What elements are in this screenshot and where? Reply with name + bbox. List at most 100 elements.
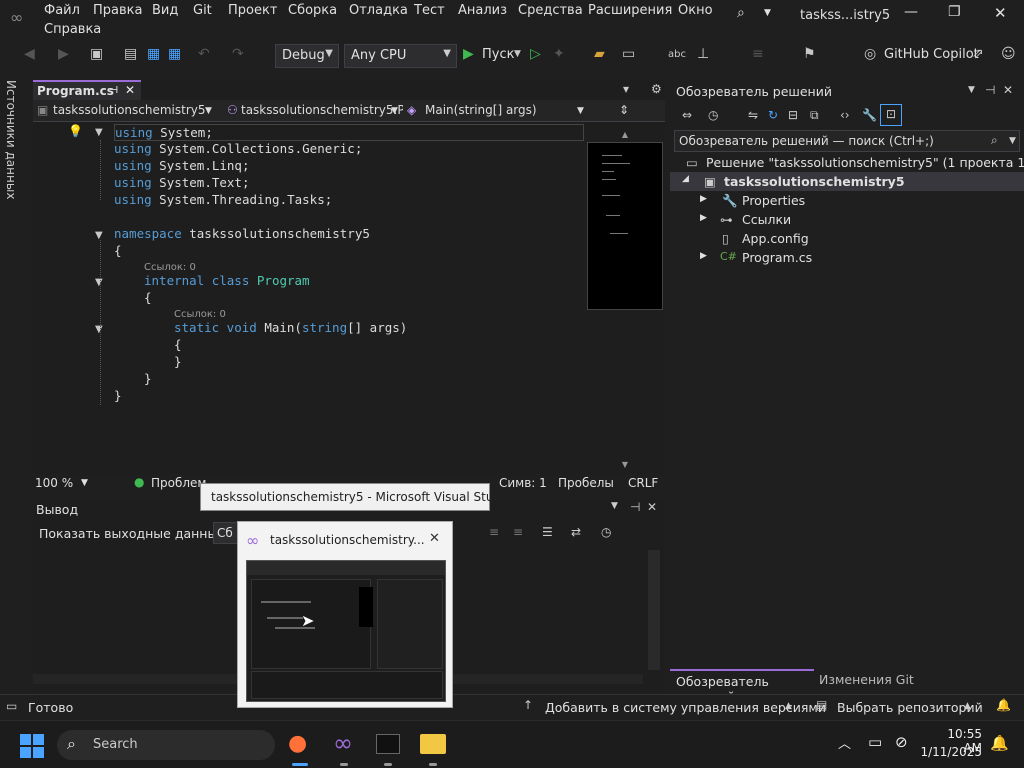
align-right-icon[interactable]: ≡ bbox=[513, 525, 523, 539]
sync-icon[interactable]: ⇔ bbox=[682, 108, 692, 122]
chevron-down-icon[interactable]: ▼ bbox=[81, 478, 88, 488]
menu-extensions[interactable]: Расширения bbox=[588, 3, 672, 18]
start-icon[interactable] bbox=[20, 734, 44, 758]
notifications-icon[interactable]: 🔔 bbox=[996, 698, 1011, 712]
chevron-up-icon[interactable]: ︿ bbox=[838, 733, 851, 752]
close-icon[interactable]: ✕ bbox=[647, 500, 657, 514]
code-editor[interactable]: Program.cs ⊣ ✕ ▾ ⚙ ▣ taskssolutionschemi… bbox=[33, 80, 665, 494]
preview-icon[interactable]: ⊡ bbox=[880, 104, 902, 126]
nav-project-select[interactable]: ▣ taskssolutionschemistry5 ▼ bbox=[33, 100, 223, 122]
menu-tools[interactable]: Средства bbox=[518, 3, 583, 18]
nav-member-select[interactable]: ◈ Main(string[] args) ▼ bbox=[403, 100, 589, 122]
pin-icon[interactable]: ⊣ bbox=[630, 500, 640, 514]
chevron-down-icon[interactable]: ▼ bbox=[968, 85, 975, 95]
device-icon[interactable]: ▭ bbox=[868, 733, 882, 751]
minimize-icon[interactable]: — bbox=[904, 4, 918, 20]
show-all-icon[interactable]: ⧉ bbox=[810, 108, 819, 123]
notifications-icon[interactable]: 🔔 bbox=[990, 734, 1009, 752]
fold-icon[interactable]: ▼ bbox=[95, 127, 103, 138]
nav-class-select[interactable]: ⚇ taskssolutionschemistry5.Pr ▼ bbox=[223, 100, 409, 122]
zoom-select[interactable]: 100 % bbox=[35, 476, 73, 490]
split-icon[interactable]: ⇕ bbox=[619, 103, 629, 117]
open-icon[interactable]: ▤ bbox=[124, 46, 137, 62]
clock-icon[interactable]: ◷ bbox=[601, 525, 611, 539]
platform-select[interactable]: Any CPU ▼ bbox=[344, 44, 457, 68]
menu-test[interactable]: Тест bbox=[414, 3, 445, 18]
tree-solution[interactable]: Решение "taskssolutionschemistry5" (1 пр… bbox=[706, 155, 1024, 170]
firefox-icon[interactable]: ● bbox=[288, 731, 307, 756]
wrench-icon[interactable]: 🔧 bbox=[862, 108, 877, 122]
fold-icon[interactable]: ▼ bbox=[95, 230, 103, 241]
fold-icon[interactable]: ▼ bbox=[95, 324, 103, 335]
gear-icon[interactable]: ⚙ bbox=[651, 82, 662, 96]
menu-debug[interactable]: Отладка bbox=[349, 3, 408, 18]
folder-icon[interactable]: ▰ bbox=[594, 46, 605, 62]
menu-git[interactable]: Git bbox=[193, 3, 212, 18]
start-without-debug-icon[interactable]: ▷ bbox=[530, 46, 541, 62]
share-icon[interactable]: ⇗ bbox=[972, 46, 984, 62]
chevron-down-icon[interactable]: ▼ bbox=[764, 8, 771, 18]
file-explorer-icon[interactable] bbox=[420, 734, 446, 754]
tree-app-config[interactable]: App.config bbox=[742, 231, 809, 246]
line-ending-indicator[interactable]: CRLF bbox=[628, 476, 658, 490]
menu-project[interactable]: Проект bbox=[228, 3, 277, 18]
search-icon[interactable]: ⌕ bbox=[737, 5, 745, 21]
history-icon[interactable]: ◷ bbox=[708, 108, 718, 122]
menu-edit[interactable]: Правка bbox=[93, 3, 142, 18]
minimap[interactable] bbox=[587, 142, 663, 310]
close-icon[interactable]: ✕ bbox=[994, 4, 1007, 22]
tab-list-icon[interactable]: ▾ bbox=[623, 82, 629, 96]
copilot-icon[interactable]: ◎ bbox=[864, 46, 876, 62]
save-icon[interactable]: ▦ bbox=[147, 46, 160, 62]
chevron-down-icon[interactable]: ▼ bbox=[1009, 136, 1016, 146]
configuration-select[interactable]: Debug ▼ bbox=[275, 44, 339, 68]
collapsed-icon[interactable]: ▶ bbox=[700, 213, 707, 223]
tree-properties[interactable]: Properties bbox=[742, 193, 805, 208]
taskbar-window-preview[interactable]: ∞ taskssolutionschemistry... ✕ ➤ bbox=[237, 521, 453, 708]
pin-icon[interactable]: ⊣ bbox=[109, 85, 118, 96]
save-all-icon[interactable]: ▦ bbox=[168, 46, 181, 62]
restore-icon[interactable]: ❐ bbox=[948, 4, 961, 20]
scroll-up-icon[interactable]: ▲ bbox=[587, 130, 663, 139]
hot-reload-icon[interactable]: ✦ bbox=[553, 46, 565, 62]
network-icon[interactable]: ⊘ bbox=[895, 733, 908, 751]
redo-icon[interactable]: ↷ bbox=[232, 46, 244, 62]
close-icon[interactable]: ✕ bbox=[1003, 83, 1013, 97]
tab-git-changes[interactable]: Изменения Git bbox=[814, 669, 924, 691]
main-references[interactable]: Ссылок: 0 bbox=[174, 309, 226, 320]
clock-date[interactable]: 1/11/2025 bbox=[920, 745, 982, 759]
spellcheck-icon[interactable]: abc bbox=[668, 49, 686, 60]
run-button[interactable]: Пуск bbox=[482, 47, 514, 62]
indent-icon[interactable]: ≡ bbox=[752, 46, 764, 62]
layout-icon[interactable]: ▭ bbox=[622, 46, 635, 62]
chevron-up-icon[interactable]: ▲ bbox=[964, 701, 971, 711]
lightbulb-icon[interactable]: 💡 bbox=[68, 124, 83, 138]
collapse-all-icon[interactable]: ⊟ bbox=[788, 108, 798, 122]
copilot-button[interactable]: GitHub Copilot bbox=[884, 47, 979, 62]
switch-views-icon[interactable]: ⇋ bbox=[748, 108, 758, 122]
menu-build[interactable]: Сборка bbox=[288, 3, 337, 18]
menu-help[interactable]: Справка bbox=[44, 22, 101, 37]
back-icon[interactable]: ◀ bbox=[24, 46, 35, 62]
word-wrap-icon[interactable]: ⇄ bbox=[571, 525, 581, 539]
chevron-down-icon[interactable]: ▼ bbox=[611, 501, 618, 511]
tree-program-cs[interactable]: Program.cs bbox=[742, 250, 812, 265]
data-sources-tab[interactable]: Источники данных bbox=[0, 80, 26, 692]
menu-view[interactable]: Вид bbox=[152, 3, 178, 18]
clear-all-icon[interactable]: ☰ bbox=[542, 525, 553, 539]
add-to-source-control-button[interactable]: Добавить в систему управления версиями bbox=[545, 700, 826, 715]
menu-window[interactable]: Окно bbox=[678, 3, 713, 18]
problems-indicator[interactable]: Проблем bbox=[151, 476, 207, 490]
align-left-icon[interactable]: ≡ bbox=[489, 525, 499, 539]
solution-search-input[interactable]: Обозреватель решений — поиск (Ctrl+;) ⌕ … bbox=[674, 130, 1020, 152]
select-repository-button[interactable]: Выбрать репозиторий bbox=[837, 700, 983, 715]
feedback-icon[interactable]: ☺ bbox=[1001, 46, 1016, 62]
close-tab-icon[interactable]: ✕ bbox=[125, 83, 135, 97]
output-scrollbar[interactable] bbox=[648, 550, 660, 670]
fold-icon[interactable]: ▼ bbox=[95, 277, 103, 288]
tab-program-cs[interactable]: Program.cs ⊣ ✕ bbox=[33, 80, 141, 100]
chevron-down-icon[interactable]: ▼ bbox=[514, 49, 521, 59]
align-icon[interactable]: ⊥ bbox=[697, 46, 709, 62]
close-icon[interactable]: ✕ bbox=[429, 531, 440, 546]
forward-icon[interactable]: ▶ bbox=[58, 46, 69, 62]
